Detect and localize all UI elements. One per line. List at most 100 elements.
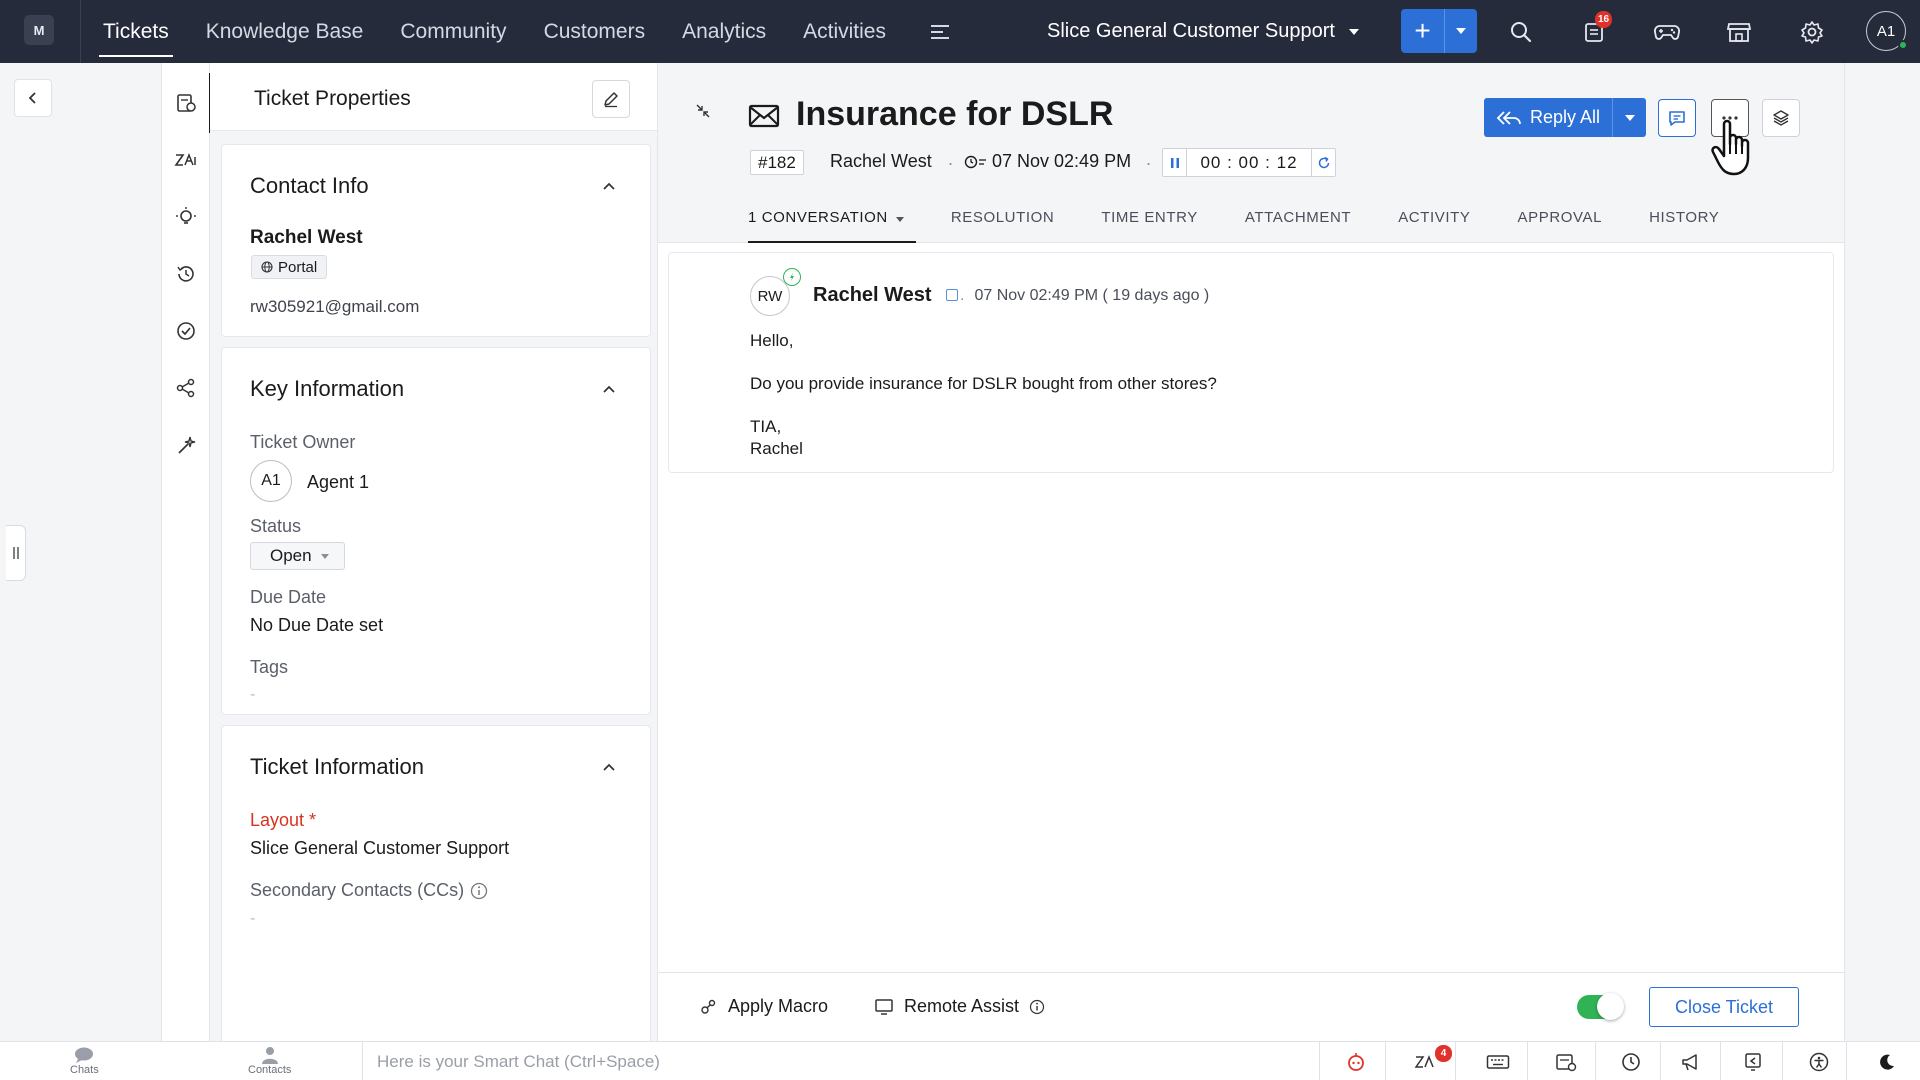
app-logo[interactable]: M — [24, 15, 54, 45]
clock-icon — [964, 155, 986, 168]
online-status-dot — [1898, 40, 1908, 50]
reply-options-dropdown[interactable] — [1612, 98, 1646, 137]
secondary-contacts-value[interactable]: - — [250, 910, 255, 928]
nav-activities[interactable]: Activities — [803, 0, 886, 63]
nav-customers[interactable]: Customers — [544, 0, 646, 63]
auto-toggle[interactable] — [1577, 993, 1624, 1020]
ticket-properties-icon[interactable] — [174, 73, 211, 133]
edit-icon — [604, 92, 618, 108]
reply-all-button[interactable]: Reply All — [1484, 98, 1612, 137]
nav-community[interactable]: Community — [400, 0, 506, 63]
chat-bubble-icon — [75, 1047, 94, 1063]
chevron-up-icon[interactable] — [602, 760, 616, 774]
tab-time-entry[interactable]: TIME ENTRY — [1101, 205, 1198, 243]
tab-resolution[interactable]: RESOLUTION — [951, 205, 1055, 243]
notification-badge: 16 — [1595, 11, 1613, 28]
apply-macro-button[interactable]: Apply Macro — [700, 996, 828, 1017]
separator — [1527, 1042, 1528, 1080]
properties-icon-rail — [162, 63, 211, 1041]
game-controller-icon[interactable] — [1652, 17, 1682, 47]
marketplace-icon[interactable] — [1724, 17, 1754, 47]
contacts-button[interactable]: Contacts — [248, 1046, 291, 1076]
bot-icon[interactable] — [1343, 1049, 1369, 1075]
more-modules-icon[interactable] — [930, 24, 949, 39]
contact-card-icon[interactable] — [946, 289, 958, 301]
megaphone-icon[interactable] — [1678, 1049, 1704, 1075]
keyboard-icon[interactable] — [1485, 1049, 1511, 1075]
tags-value[interactable]: - — [250, 686, 255, 704]
smart-chat-input[interactable]: Here is your Smart Chat (Ctrl+Space) — [362, 1042, 1320, 1080]
share-icon[interactable] — [174, 376, 198, 400]
tab-conversation-label: 1 CONVERSATION — [748, 209, 888, 226]
right-side-strip — [1844, 63, 1920, 1041]
gear-icon[interactable] — [1797, 17, 1827, 47]
conversation-thread[interactable]: RW Rachel West . 07 Nov 02:49 PM ( 19 day… — [668, 252, 1834, 473]
tab-activity[interactable]: ACTIVITY — [1398, 205, 1470, 243]
resize-handle[interactable] — [6, 525, 26, 581]
ticket-contact[interactable]: Rachel West — [830, 151, 932, 172]
nav-tickets[interactable]: Tickets — [99, 0, 173, 63]
properties-header: Ticket Properties — [210, 63, 657, 131]
zia-icon[interactable] — [174, 148, 198, 172]
switch-screen-icon[interactable] — [1740, 1049, 1766, 1075]
nav-knowledge-base[interactable]: Knowledge Base — [206, 0, 364, 63]
close-ticket-button[interactable]: Close Ticket — [1649, 987, 1799, 1027]
sender-name[interactable]: Rachel West — [813, 284, 932, 307]
tab-history[interactable]: HISTORY — [1649, 205, 1719, 243]
left-collapsed-panel — [0, 63, 162, 1041]
message-time-text: 07 Nov 02:49 PM ( 19 days ago ) — [974, 287, 1210, 304]
search-icon[interactable] — [1506, 17, 1536, 47]
due-date-value[interactable]: No Due Date set — [250, 615, 383, 636]
history-icon[interactable] — [174, 262, 198, 286]
new-item-button[interactable]: + — [1401, 9, 1477, 53]
message-line: Rachel — [750, 439, 803, 458]
layers-button[interactable] — [1762, 99, 1800, 137]
tags-label: Tags — [250, 657, 289, 677]
contact-email[interactable]: rw305921@gmail.com — [250, 297, 419, 317]
tab-attachment[interactable]: ATTACHMENT — [1245, 205, 1351, 243]
layout-value[interactable]: Slice General Customer Support — [250, 838, 509, 859]
tasks-icon[interactable] — [1553, 1049, 1579, 1075]
remote-assist-button[interactable]: Remote Assist — [874, 996, 1045, 1017]
comment-button[interactable] — [1658, 99, 1696, 137]
collapse-view-icon[interactable] — [695, 103, 711, 119]
magic-wand-icon[interactable] — [174, 433, 198, 457]
new-item-dropdown[interactable] — [1445, 9, 1477, 53]
envelope-icon — [748, 104, 780, 128]
ticket-subject: Insurance for DSLR — [796, 95, 1114, 133]
accessibility-icon[interactable] — [1806, 1049, 1832, 1075]
info-icon[interactable] — [470, 882, 488, 900]
chats-button[interactable]: Chats — [70, 1046, 99, 1076]
department-switcher[interactable]: Slice General Customer Support — [1047, 0, 1359, 63]
channel-chip: Portal — [251, 255, 328, 279]
checkmark-circle-icon[interactable] — [174, 319, 198, 343]
pause-icon[interactable] — [1163, 149, 1187, 176]
status-select[interactable]: Open — [250, 542, 345, 570]
separator-dot: . — [948, 149, 954, 169]
collapse-panel-button[interactable] — [14, 79, 52, 117]
nav-analytics[interactable]: Analytics — [682, 0, 766, 63]
main-nav: Tickets Knowledge Base Community Custome… — [80, 0, 949, 63]
separator — [1385, 1042, 1386, 1080]
ticket-id[interactable]: #182 — [750, 150, 804, 175]
separator — [1846, 1042, 1847, 1080]
info-icon[interactable] — [1029, 999, 1045, 1015]
contact-name[interactable]: Rachel West — [250, 227, 363, 249]
ticket-owner-name[interactable]: Agent 1 — [307, 472, 369, 493]
clock-icon[interactable] — [1618, 1049, 1644, 1075]
tab-conversation[interactable]: 1 CONVERSATION — [748, 205, 916, 243]
chevron-up-icon[interactable] — [602, 382, 616, 396]
ticket-header: Insurance for DSLR #182 Rachel West . 07… — [658, 63, 1844, 243]
tab-approval[interactable]: APPROVAL — [1518, 205, 1603, 243]
chevron-up-icon[interactable] — [602, 179, 616, 193]
chevron-down-icon — [1456, 28, 1466, 34]
edit-properties-button[interactable] — [592, 80, 630, 118]
ticket-owner-label: Ticket Owner — [250, 432, 356, 452]
refresh-icon[interactable] — [1311, 149, 1335, 176]
plus-icon[interactable]: + — [1401, 9, 1445, 53]
lightbulb-icon[interactable] — [174, 205, 198, 229]
separator — [1455, 1042, 1456, 1080]
dark-mode-icon[interactable] — [1874, 1049, 1900, 1075]
hand-cursor-icon — [1711, 119, 1750, 176]
ticket-created-date: 07 Nov 02:49 PM — [964, 151, 1131, 172]
